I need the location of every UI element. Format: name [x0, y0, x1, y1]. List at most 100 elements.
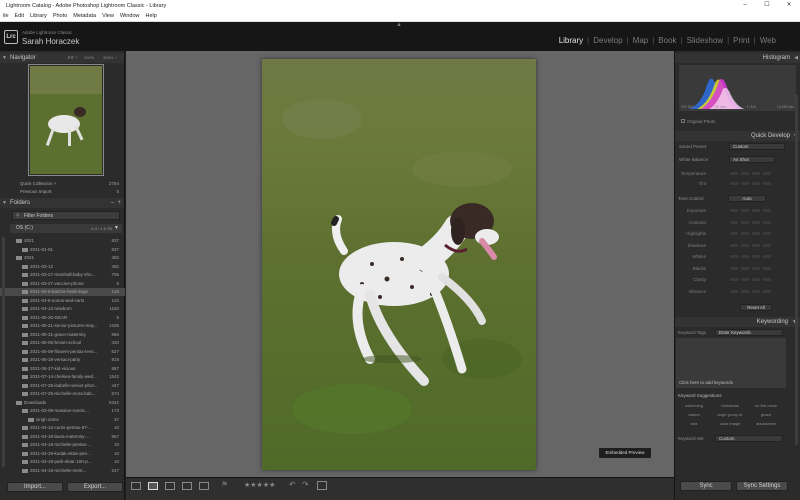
module-print[interactable]: Print — [729, 36, 753, 45]
white-balance-dropdown[interactable]: As Shot — [729, 156, 775, 163]
original-photo-checkbox[interactable]: Original Photo — [681, 119, 716, 124]
menu-view[interactable]: View — [99, 13, 117, 19]
compare-view-icon[interactable] — [165, 482, 175, 490]
module-web[interactable]: Web — [756, 36, 780, 45]
zoom-100[interactable]: 100% — [84, 53, 94, 63]
tone-slider-shadows[interactable]: Shadows — [676, 242, 786, 250]
navigator-header[interactable]: ▼ Navigator FIT ÷ 100% 300% ÷ — [0, 53, 124, 63]
catalog-previous-import[interactable]: Previous Import 5 — [0, 188, 125, 196]
folder-row[interactable]: 2021-07-14-chelsea-family-wed... 1542 — [0, 373, 125, 381]
tone-slider-exposure[interactable]: Exposure — [676, 207, 786, 215]
keyword-entry-area[interactable]: Click here to add keywords — [676, 338, 786, 388]
zoom-300[interactable]: 300% ÷ — [103, 53, 117, 63]
folders-header[interactable]: ▼ Folders – + — [0, 198, 124, 208]
folder-row[interactable]: 2021-04-12-curtis-pentax-67-... 10 — [0, 424, 125, 432]
quick-develop-header[interactable]: Quick Develop ▼ — [675, 131, 800, 141]
keyword-suggestion[interactable]: color image — [712, 421, 748, 426]
keyword-suggestion[interactable]: swimming — [676, 403, 712, 408]
keyword-set-dropdown[interactable]: Custom — [715, 435, 783, 442]
import-button[interactable]: Import... — [7, 482, 63, 492]
folder-row[interactable]: 2021-05-31-grace-maternity 866 — [0, 331, 125, 339]
tone-slider-clarity[interactable]: Clarity — [676, 276, 786, 284]
folder-row[interactable]: 2021-07-25-michelle-mora-bab... 574 — [0, 390, 125, 398]
menu-file[interactable]: ile — [0, 13, 12, 19]
keywording-header[interactable]: Keywording ▼ — [675, 317, 800, 327]
folder-row[interactable]: 2021 837 — [0, 237, 125, 245]
sync-settings-button[interactable]: Sync Settings — [736, 481, 788, 491]
survey-view-icon[interactable] — [182, 482, 192, 490]
menu-edit[interactable]: Edit — [12, 13, 27, 19]
folder-row[interactable]: 2021-05-21-senior-pictures-may... 1336 — [0, 322, 125, 330]
export-button[interactable]: Export... — [67, 482, 123, 492]
maximize-button[interactable]: ☐ — [756, 0, 778, 11]
keyword-suggestion[interactable]: abundance — [748, 421, 784, 426]
catalog-quick-collection[interactable]: Quick Collection + 2784 — [0, 180, 125, 188]
remove-folder-icon[interactable]: – — [111, 198, 114, 208]
sync-button[interactable]: Sync — [680, 481, 732, 491]
loupe-view[interactable]: Embedded Preview — [126, 51, 674, 477]
folder-row[interactable]: 2021-01-01 837 — [0, 246, 125, 254]
module-map[interactable]: Map — [629, 36, 653, 45]
close-button[interactable]: ✕ — [778, 0, 800, 11]
auto-tone-button[interactable]: Auto — [728, 195, 766, 202]
module-develop[interactable]: Develop — [589, 36, 626, 45]
folder-row[interactable]: 2021-04-19-kodak-ektar-pen... 10 — [0, 450, 125, 458]
tint-slider[interactable]: Tint — [676, 180, 786, 188]
tone-slider-whites[interactable]: Whites — [676, 253, 786, 261]
loupe-view-icon[interactable] — [148, 482, 158, 490]
menu-library[interactable]: Library — [27, 13, 50, 19]
rotate-left-icon[interactable]: ↶ — [289, 480, 296, 489]
tone-slider-highlights[interactable]: Highlights — [676, 230, 786, 238]
folder-row[interactable]: 2021-04-19-michelle-ment... 247 — [0, 467, 125, 475]
tone-slider-contrast[interactable]: Contrast — [676, 219, 786, 227]
top-panel-toggle-icon[interactable]: ▲ — [396, 22, 402, 28]
filter-folders-input[interactable]: ⚲ Filter Folders — [12, 211, 120, 220]
folder-row[interactable]: 2021-06-27-kid-vicious 887 — [0, 365, 125, 373]
menu-window[interactable]: Window — [117, 13, 143, 19]
keyword-suggestion[interactable]: nature — [676, 412, 712, 417]
folder-row[interactable]: 2021-04-19-park-ektar-100-p... 10 — [0, 458, 125, 466]
keyword-tags-dropdown[interactable]: Enter Keywords — [715, 329, 783, 336]
temperature-slider[interactable]: Temperature — [676, 170, 786, 178]
folders-scrollbar[interactable] — [2, 237, 5, 467]
tone-slider-blacks[interactable]: Blacks — [676, 265, 786, 273]
menu-help[interactable]: Help — [143, 13, 160, 19]
folder-row[interactable]: 2021-04-18-michelle-pentax-... 10 — [0, 441, 125, 449]
folder-row[interactable]: 2021-03-27-marshall-baby-sho... 705 — [0, 271, 125, 279]
keyword-suggestion[interactable]: grace — [748, 412, 784, 417]
module-book[interactable]: Book — [654, 36, 680, 45]
folder-row[interactable]: 2021-04-12-newborn 1182 — [0, 305, 125, 313]
crop-overlay-icon[interactable] — [317, 481, 327, 490]
star-rating-icon[interactable]: ★★★★★ — [244, 481, 275, 489]
zoom-fit[interactable]: FIT ÷ — [68, 53, 77, 63]
people-view-icon[interactable] — [199, 482, 209, 490]
module-slideshow[interactable]: Slideshow — [683, 36, 727, 45]
folder-row[interactable]: 2021-04-18-laura-maternity-... 967 — [0, 433, 125, 441]
saved-preset-dropdown[interactable]: Custom — [729, 143, 785, 150]
keyword-suggestion[interactable]: on the move — [748, 403, 784, 408]
module-library[interactable]: Library — [555, 36, 587, 45]
folder-row[interactable]: 2021-07-25-isabelle-senior-phot... 447 — [0, 382, 125, 390]
keyword-suggestion[interactable]: horizontal — [712, 403, 748, 408]
folder-row[interactable]: 2021-06-06-brown-school 420 — [0, 339, 125, 347]
folder-row[interactable]: 2021-05-20-GEAR 5 — [0, 314, 125, 322]
folder-row[interactable]: Downloads 5342 — [0, 399, 125, 407]
folder-row[interactable]: 2021-03-27-vaccine-phone 5 — [0, 280, 125, 288]
right-panel-scrollbar[interactable] — [795, 95, 798, 445]
folder-row[interactable]: 2021-03-09-massive-scenic... 173 — [0, 407, 125, 415]
keyword-suggestion[interactable]: large group of — [712, 412, 748, 417]
grid-view-icon[interactable] — [131, 482, 141, 490]
folder-row[interactable]: 2021-03-12 492 — [0, 263, 125, 271]
main-photo[interactable] — [262, 59, 536, 470]
drive-os-c[interactable]: OS (C:) 6.4 / 1.6 TB ▼ — [10, 224, 122, 233]
folder-row[interactable]: 2021 492 — [0, 254, 125, 262]
histogram-chart[interactable]: ISO 800 50 mm f / 5.6 1/1250 sec — [679, 65, 796, 111]
keyword-suggestion[interactable]: sea — [676, 421, 712, 426]
flag-icon[interactable]: ⚑ — [221, 480, 228, 489]
menu-photo[interactable]: Photo — [50, 13, 70, 19]
rotate-right-icon[interactable]: ↷ — [302, 480, 309, 489]
folder-row[interactable]: 2021-06-18-versaci-party 919 — [0, 356, 125, 364]
menu-metadata[interactable]: Metadata — [70, 13, 99, 19]
reset-all-button[interactable]: Reset All — [740, 304, 772, 311]
folder-row[interactable]: 2021-04-6-basma-heidi-dogs 146 — [0, 288, 125, 296]
